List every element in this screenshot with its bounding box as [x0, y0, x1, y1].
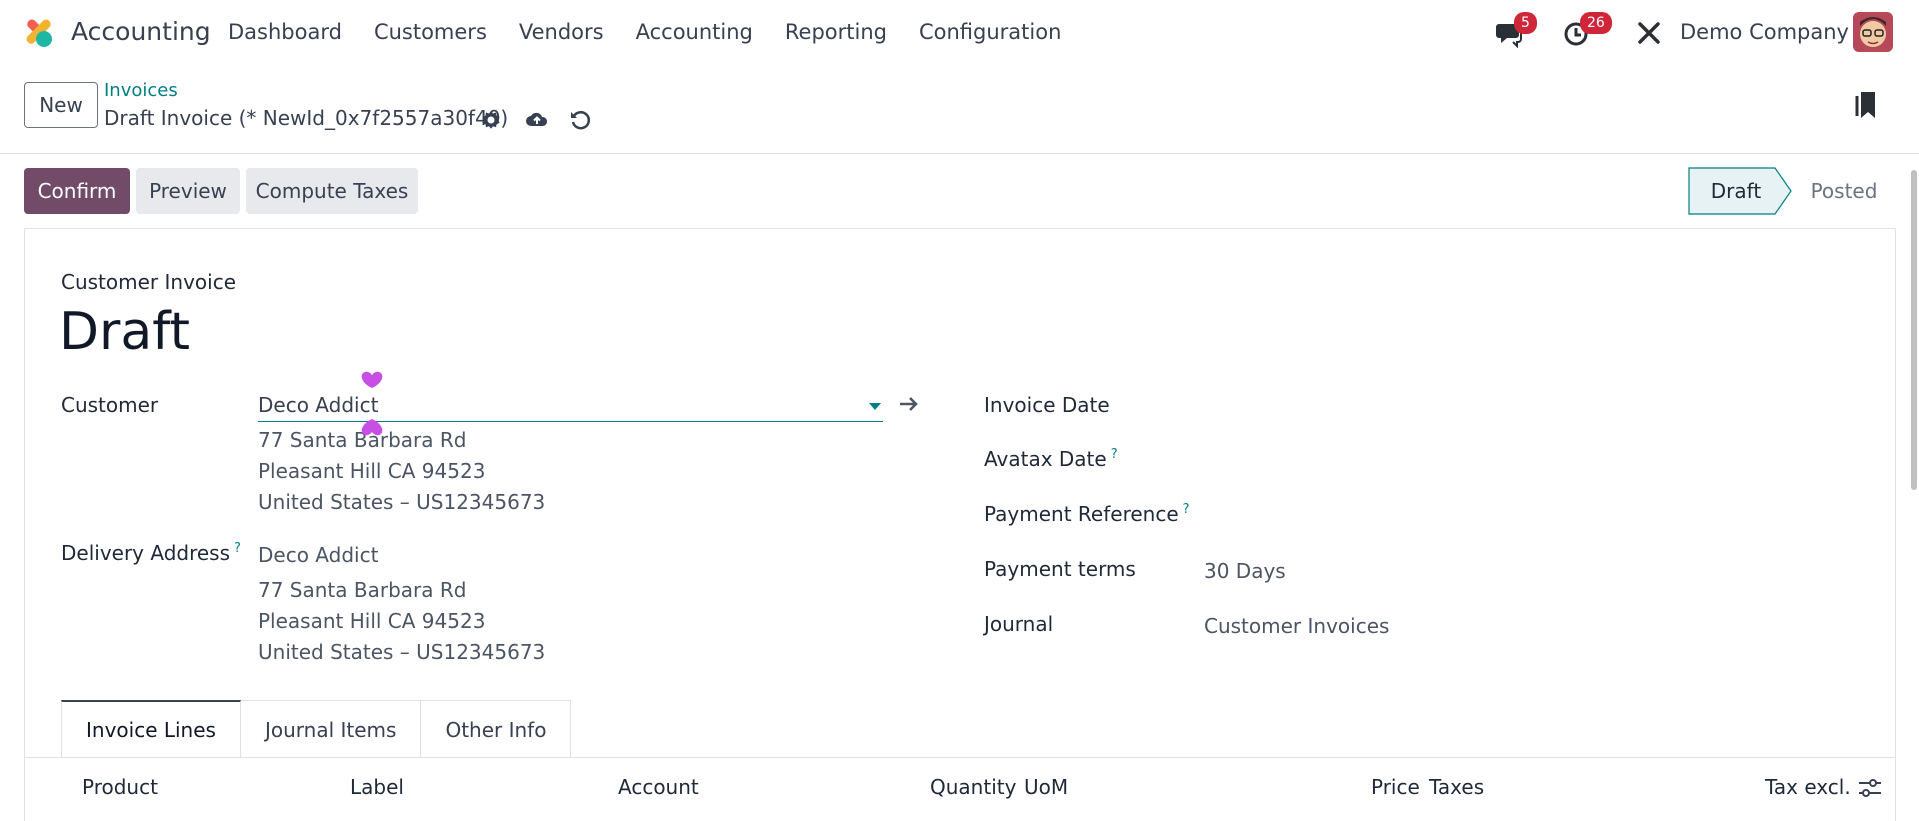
notebook-tabs: Invoice Lines Journal Items Other Info [61, 700, 572, 758]
tab-journal-items[interactable]: Journal Items [240, 700, 422, 758]
journal-value[interactable]: Customer Invoices [1204, 614, 1389, 638]
accounting-app-icon[interactable] [22, 15, 56, 49]
company-switcher[interactable]: Demo Company [1680, 20, 1849, 44]
avatax-date-label: Avatax Date? [984, 447, 1118, 471]
menu-configuration[interactable]: Configuration [919, 20, 1061, 44]
payment-terms-label: Payment terms [984, 557, 1136, 581]
column-quantity[interactable]: Quantity [930, 775, 1016, 799]
caret-down-icon[interactable] [869, 403, 881, 411]
help-tooltip-icon[interactable]: ? [1183, 502, 1190, 517]
invoice-date-input[interactable] [1204, 388, 1764, 422]
optional-columns-sliders-icon[interactable] [1858, 777, 1882, 799]
save-cloud-icon[interactable] [525, 108, 549, 132]
preview-button[interactable]: Preview [136, 168, 240, 214]
stage-draft[interactable]: Draft [1688, 167, 1784, 215]
move-type-label: Customer Invoice [61, 270, 237, 294]
control-panel: New Invoices Draft Invoice (* NewId_0x7f… [0, 66, 1919, 154]
page-scrollbar[interactable] [1911, 170, 1917, 490]
discard-undo-icon[interactable] [568, 108, 592, 132]
customer-address-line-2: Pleasant Hill CA 94523 [258, 459, 486, 483]
column-price[interactable]: Price [1371, 775, 1420, 799]
delivery-address-line-3: United States – US12345673 [258, 640, 546, 664]
menu-dashboard[interactable]: Dashboard [228, 20, 342, 44]
tab-invoice-lines[interactable]: Invoice Lines [61, 700, 241, 758]
menu-customers[interactable]: Customers [374, 20, 487, 44]
column-uom[interactable]: UoM [1024, 775, 1068, 799]
stage-posted[interactable]: Posted [1792, 167, 1896, 215]
customer-input-value[interactable]: Deco Addict [258, 393, 378, 417]
drag-marker-top [361, 371, 383, 388]
gear-icon[interactable] [479, 108, 503, 132]
status-bar: Draft Posted [1688, 167, 1900, 215]
invoice-state-title: Draft [59, 302, 191, 362]
bookmark-icon[interactable] [1853, 90, 1879, 120]
top-navbar: Accounting Dashboard Customers Vendors A… [0, 0, 1919, 66]
avatax-date-input[interactable] [1204, 443, 1764, 477]
customer-field[interactable]: Deco Addict [258, 390, 883, 422]
confirm-button[interactable]: Confirm [24, 168, 130, 214]
arrow-right-icon[interactable] [899, 395, 919, 413]
column-tax-excl[interactable]: Tax excl. [1765, 775, 1851, 799]
new-button[interactable]: New [24, 82, 98, 128]
user-avatar[interactable] [1853, 12, 1893, 52]
delivery-address-line-2: Pleasant Hill CA 94523 [258, 609, 486, 633]
menu-vendors[interactable]: Vendors [519, 20, 604, 44]
column-account[interactable]: Account [618, 775, 699, 799]
payment-reference-input[interactable] [1204, 498, 1764, 532]
invoice-date-label: Invoice Date [984, 393, 1110, 417]
app-name[interactable]: Accounting [71, 17, 211, 46]
tabs-divider [24, 757, 1896, 758]
menu-reporting[interactable]: Reporting [785, 20, 887, 44]
delivery-name: Deco Addict [258, 543, 379, 567]
drag-marker-bottom [361, 419, 383, 436]
customer-label: Customer [61, 393, 159, 417]
delivery-address-line-1: 77 Santa Barbara Rd [258, 578, 467, 602]
record-title: Draft Invoice (* NewId_0x7f2557a30f40) [104, 106, 509, 130]
payment-reference-label: Payment Reference? [984, 502, 1190, 526]
column-taxes[interactable]: Taxes [1429, 775, 1484, 799]
main-menu: Dashboard Customers Vendors Accounting R… [228, 20, 1093, 44]
column-label[interactable]: Label [350, 775, 404, 799]
compute-taxes-button[interactable]: Compute Taxes [246, 168, 418, 214]
activities-count-badge: 26 [1580, 12, 1612, 34]
payment-terms-value[interactable]: 30 Days [1204, 559, 1286, 583]
journal-label: Journal [984, 612, 1054, 636]
debug-tools-icon[interactable] [1634, 18, 1664, 48]
menu-accounting[interactable]: Accounting [636, 20, 753, 44]
tab-other-info[interactable]: Other Info [421, 700, 572, 758]
breadcrumb-invoices[interactable]: Invoices [104, 80, 178, 101]
help-tooltip-icon[interactable]: ? [1111, 447, 1118, 462]
column-product[interactable]: Product [82, 775, 158, 799]
help-tooltip-icon[interactable]: ? [234, 541, 241, 556]
customer-address-line-3: United States – US12345673 [258, 490, 546, 514]
delivery-address-label: Delivery Address? [61, 541, 241, 565]
messages-count-badge: 5 [1514, 12, 1537, 34]
